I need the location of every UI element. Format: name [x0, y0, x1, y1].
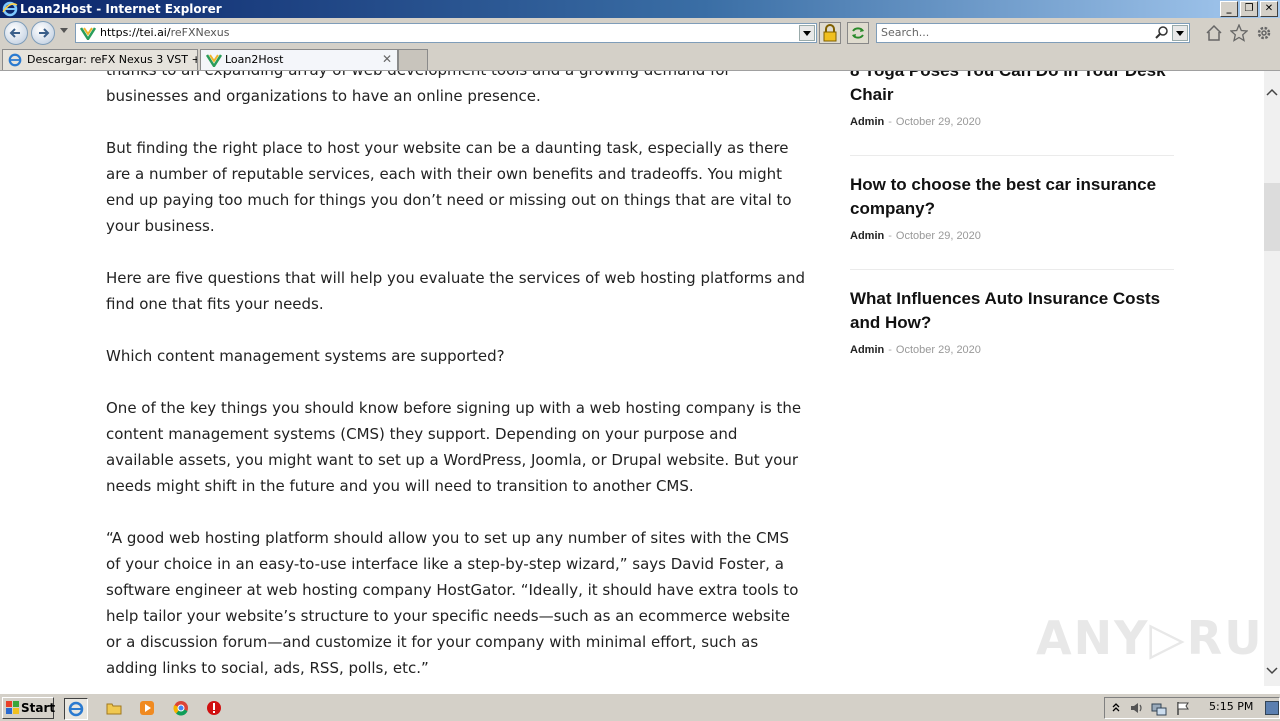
- article-paragraph: thanks to an expanding array of web deve…: [106, 71, 731, 105]
- article-subheading: Which content management systems are sup…: [106, 347, 505, 365]
- post-date: October 29, 2020: [895, 344, 981, 356]
- window-title: Loan2Host - Internet Explorer: [20, 2, 222, 16]
- speaker-icon[interactable]: [1129, 700, 1145, 716]
- post-date: October 29, 2020: [895, 116, 981, 128]
- post-author[interactable]: Admin: [850, 116, 884, 128]
- ie-icon: [2, 1, 18, 17]
- forward-button[interactable]: [31, 21, 55, 45]
- post-author[interactable]: Admin: [850, 230, 884, 242]
- gear-icon[interactable]: [1255, 24, 1273, 42]
- magnifier-icon[interactable]: [1155, 26, 1169, 40]
- media-player-icon: [140, 701, 154, 715]
- close-window-button[interactable]: ✕: [1260, 1, 1278, 17]
- refresh-icon: [852, 27, 864, 39]
- windows-flag-icon: [6, 701, 19, 714]
- scroll-down-icon[interactable]: [1264, 664, 1280, 678]
- taskbar-stop-button[interactable]: [203, 698, 225, 718]
- back-arrow-icon: [9, 28, 20, 38]
- post-author[interactable]: Admin: [850, 344, 884, 356]
- minimize-button[interactable]: _: [1220, 1, 1238, 17]
- tab-loan2host[interactable]: Loan2Host ✕: [200, 49, 398, 70]
- folder-icon: [106, 703, 122, 715]
- start-label: Start: [21, 701, 56, 715]
- article-paragraph: But finding the right place to host your…: [106, 139, 792, 235]
- refresh-button[interactable]: [847, 22, 869, 44]
- restore-button[interactable]: ❐: [1240, 1, 1258, 17]
- forward-arrow-icon: [39, 28, 50, 38]
- vertical-scrollbar[interactable]: [1264, 71, 1280, 686]
- site-favicon: [80, 27, 96, 40]
- ie-icon: [68, 701, 84, 717]
- tab-label: Descargar: reFX Nexus 3 VST +...: [27, 53, 198, 66]
- security-lock-button[interactable]: [819, 22, 841, 44]
- post-meta: Admin - October 29, 2020: [850, 343, 981, 357]
- scroll-up-icon[interactable]: [1264, 85, 1280, 99]
- post-date: October 29, 2020: [895, 230, 981, 242]
- post-title-link[interactable]: 8 Yoga Poses You Can Do in Your Desk Cha…: [850, 71, 1174, 107]
- address-url[interactable]: https://tei.ai/reFXNexus: [100, 26, 230, 40]
- close-tab-icon[interactable]: ✕: [382, 50, 392, 69]
- page-content: thanks to an expanding array of web deve…: [0, 71, 1264, 686]
- search-box[interactable]: Search...: [876, 23, 1190, 43]
- title-bar: Loan2Host - Internet Explorer _ ❐ ✕: [0, 0, 1280, 18]
- tab-bar: Descargar: reFX Nexus 3 VST +... Loan2Ho…: [0, 46, 1280, 71]
- star-icon[interactable]: [1230, 24, 1248, 42]
- article-paragraph: Here are five questions that will help y…: [106, 269, 806, 313]
- taskbar-chrome-button[interactable]: [170, 698, 192, 718]
- show-desktop-button[interactable]: [1265, 701, 1279, 715]
- tab-label: Loan2Host: [225, 53, 284, 66]
- home-icon[interactable]: [1205, 24, 1223, 42]
- tab-descargar[interactable]: Descargar: reFX Nexus 3 VST +...: [2, 49, 198, 70]
- post-divider: [850, 155, 1174, 156]
- address-bar[interactable]: https://tei.ai/reFXNexus: [75, 23, 817, 43]
- new-tab-button[interactable]: [398, 49, 428, 70]
- meta-separator: -: [888, 344, 892, 356]
- meta-separator: -: [888, 230, 892, 242]
- search-dropdown-button[interactable]: [1172, 25, 1188, 41]
- chrome-icon: [173, 701, 188, 716]
- back-button[interactable]: [4, 21, 28, 45]
- address-dropdown-button[interactable]: [799, 25, 815, 41]
- post-meta: Admin - October 29, 2020: [850, 229, 981, 243]
- anyrun-watermark: ANY▷RUN: [1036, 611, 1264, 665]
- post-divider: [850, 269, 1174, 270]
- post-title-link[interactable]: How to choose the best car insurance com…: [850, 173, 1174, 221]
- tray-arrow-icon[interactable]: [1111, 701, 1121, 715]
- ie-icon: [8, 53, 22, 67]
- history-dropdown[interactable]: [60, 28, 68, 33]
- post-title-link[interactable]: What Influences Auto Insurance Costs and…: [850, 287, 1174, 335]
- meta-separator: -: [888, 116, 892, 128]
- navigation-toolbar: https://tei.ai/reFXNexus Search...: [0, 18, 1280, 46]
- taskbar-media-button[interactable]: [136, 698, 158, 718]
- network-icon[interactable]: [1151, 700, 1167, 716]
- site-favicon: [206, 54, 222, 67]
- taskbar-explorer-button[interactable]: [103, 698, 125, 718]
- article-paragraph: One of the key things you should know be…: [106, 399, 802, 495]
- url-path: reFXNexus: [170, 26, 230, 39]
- taskbar-ie-button[interactable]: [64, 698, 88, 720]
- taskbar-clock[interactable]: 5:15 PM: [1209, 700, 1253, 714]
- url-host: https://tei.ai/: [100, 26, 171, 39]
- article-quote-paragraph: “A good web hosting platform should allo…: [106, 529, 799, 677]
- scrollbar-thumb[interactable]: [1264, 183, 1280, 251]
- lock-icon: [823, 24, 837, 42]
- taskbar: Start 5:15 PM: [0, 693, 1280, 721]
- system-tray: 5:15 PM: [1104, 697, 1280, 719]
- search-placeholder: Search...: [881, 26, 930, 39]
- post-meta: Admin - October 29, 2020: [850, 115, 981, 129]
- stop-icon: [207, 701, 221, 715]
- start-button[interactable]: Start: [2, 697, 56, 719]
- flag-icon[interactable]: [1175, 700, 1191, 716]
